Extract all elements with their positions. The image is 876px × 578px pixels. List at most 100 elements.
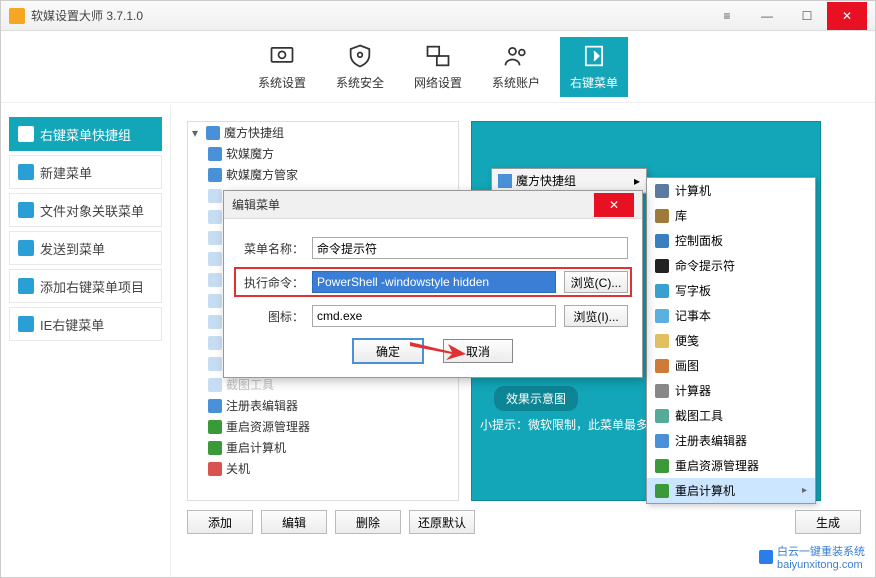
app-icon: [208, 168, 222, 182]
generate-button[interactable]: 生成: [795, 510, 861, 534]
refresh-icon: [208, 420, 222, 434]
library-icon: [655, 209, 669, 223]
submenu-item[interactable]: 记事本: [647, 303, 815, 328]
sidebar-item-ie-menu[interactable]: IE右键菜单: [9, 307, 162, 341]
app-icon: [208, 189, 222, 203]
dialog-header: 编辑菜单 ✕: [224, 191, 642, 219]
app-icon: [208, 357, 222, 371]
item-icon: [18, 164, 34, 180]
icon-label: 图标：: [238, 308, 304, 325]
tab-network-settings[interactable]: 网络设置: [404, 37, 472, 97]
app-icon: [208, 336, 222, 350]
command-input[interactable]: [312, 271, 556, 293]
restart-icon: [208, 441, 222, 455]
sidebar-item-new-menu[interactable]: 新建菜单: [9, 155, 162, 189]
tab-system-security[interactable]: 系统安全: [326, 37, 394, 97]
grid-icon: [498, 174, 512, 188]
tree-item[interactable]: 软媒魔方: [188, 143, 458, 164]
submenu-item[interactable]: 写字板: [647, 278, 815, 303]
sticky-icon: [655, 334, 669, 348]
command-label: 执行命令：: [238, 274, 304, 291]
watermark-logo-icon: [759, 550, 773, 564]
grid-icon: [206, 126, 220, 140]
browse-icon-button[interactable]: 浏览(I)...: [564, 305, 628, 327]
item-icon: [18, 202, 34, 218]
tree-root[interactable]: ▾魔方快捷组: [188, 122, 458, 143]
item-icon: [18, 278, 34, 294]
icon-input[interactable]: [312, 305, 556, 327]
tab-system-accounts[interactable]: 系统账户: [482, 37, 550, 97]
edit-button[interactable]: 编辑: [261, 510, 327, 534]
menu-name-input[interactable]: [312, 237, 628, 259]
item-icon: [18, 316, 34, 332]
top-toolbar: 系统设置 系统安全 网络设置 系统账户 右键菜单: [1, 31, 875, 103]
minimize-button[interactable]: —: [747, 2, 787, 30]
watermark: 白云一键重装系统baiyunxitong.com: [759, 543, 865, 571]
annotation-arrow-icon: [408, 332, 468, 365]
submenu-item[interactable]: 截图工具: [647, 403, 815, 428]
browse-command-button[interactable]: 浏览(C)...: [564, 271, 628, 293]
tree-item[interactable]: 关机: [188, 458, 458, 479]
cmd-icon: [655, 259, 669, 273]
app-icon: [208, 378, 222, 392]
menu-name-label: 菜单名称：: [238, 240, 304, 257]
delete-button[interactable]: 删除: [335, 510, 401, 534]
effect-preview-button[interactable]: 效果示意图: [494, 386, 578, 411]
app-icon: [208, 315, 222, 329]
power-icon: [208, 462, 222, 476]
close-button[interactable]: ✕: [827, 2, 867, 30]
context-submenu: 计算机 库 控制面板 命令提示符 写字板 记事本 便笺 画图 计算器 截图工具 …: [646, 177, 816, 504]
sidebar: 右键菜单快捷组 新建菜单 文件对象关联菜单 发送到菜单 添加右键菜单项目 IE右…: [1, 105, 171, 577]
app-icon: [208, 273, 222, 287]
sidebar-item-add-item[interactable]: 添加右键菜单项目: [9, 269, 162, 303]
submenu-item[interactable]: 计算机: [647, 178, 815, 203]
submenu-item[interactable]: 便笺: [647, 328, 815, 353]
app-icon: [208, 231, 222, 245]
titlebar: 软媒设置大师 3.7.1.0 ≡ — ☐ ✕: [1, 1, 875, 31]
app-icon: [208, 147, 222, 161]
tree-item[interactable]: 重启计算机: [188, 437, 458, 458]
restore-button[interactable]: 还原默认: [409, 510, 475, 534]
sidebar-item-shortcut-group[interactable]: 右键菜单快捷组: [9, 117, 162, 151]
submenu-item[interactable]: 重启计算机▸: [647, 478, 815, 503]
app-icon: [208, 399, 222, 413]
submenu-item[interactable]: 控制面板: [647, 228, 815, 253]
sidebar-item-file-assoc[interactable]: 文件对象关联菜单: [9, 193, 162, 227]
submenu-item[interactable]: 库: [647, 203, 815, 228]
tree-item[interactable]: 重启资源管理器: [188, 416, 458, 437]
maximize-button[interactable]: ☐: [787, 2, 827, 30]
row-command: 执行命令： 浏览(C)...: [238, 271, 628, 293]
dialog-title: 编辑菜单: [232, 196, 280, 213]
submenu-item[interactable]: 画图: [647, 353, 815, 378]
item-icon: [18, 240, 34, 256]
wordpad-icon: [655, 284, 669, 298]
tab-context-menu[interactable]: 右键菜单: [560, 37, 628, 97]
app-logo-icon: [9, 8, 25, 24]
tree-item[interactable]: 注册表编辑器: [188, 395, 458, 416]
chevron-right-icon: ▸: [802, 485, 807, 496]
row-menu-name: 菜单名称：: [238, 237, 628, 259]
add-button[interactable]: 添加: [187, 510, 253, 534]
dialog-close-button[interactable]: ✕: [594, 193, 634, 217]
restart-explorer-icon: [655, 459, 669, 473]
restart-icon: [655, 484, 669, 498]
window-controls: ≡ — ☐ ✕: [707, 2, 867, 30]
tab-system-settings[interactable]: 系统设置: [248, 37, 316, 97]
submenu-item[interactable]: 重启资源管理器: [647, 453, 815, 478]
sidebar-item-sendto[interactable]: 发送到菜单: [9, 231, 162, 265]
menu-icon[interactable]: ≡: [707, 2, 747, 30]
app-icon: [208, 294, 222, 308]
tree-item[interactable]: 軟媒魔方管家: [188, 164, 458, 185]
paint-icon: [655, 359, 669, 373]
regedit-icon: [655, 434, 669, 448]
computer-icon: [655, 184, 669, 198]
app-icon: [208, 252, 222, 266]
submenu-item[interactable]: 注册表编辑器: [647, 428, 815, 453]
item-icon: [18, 126, 34, 142]
submenu-item[interactable]: 命令提示符: [647, 253, 815, 278]
snipping-icon: [655, 409, 669, 423]
bottom-buttons: 添加 编辑 删除 还原默认: [187, 510, 475, 534]
app-title: 软媒设置大师 3.7.1.0: [31, 7, 143, 24]
submenu-item[interactable]: 计算器: [647, 378, 815, 403]
row-icon: 图标： 浏览(I)...: [238, 305, 628, 327]
